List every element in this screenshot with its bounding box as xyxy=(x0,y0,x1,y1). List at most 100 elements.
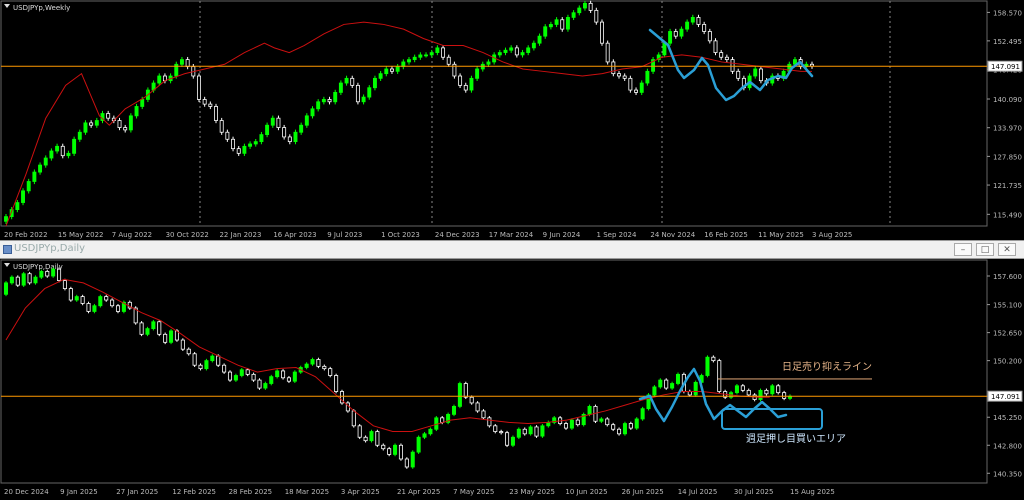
x-axis-tick-label: 22 Jan 2023 xyxy=(219,231,261,239)
candle-body xyxy=(705,356,710,376)
candle-body xyxy=(227,371,233,381)
candle-body xyxy=(628,77,633,91)
candle-body xyxy=(622,423,627,435)
candle-body xyxy=(446,56,451,65)
candle-body xyxy=(463,84,468,91)
x-axis-tick-label: 30 Jul 2025 xyxy=(734,488,774,496)
candle-body xyxy=(45,271,50,277)
candle-body xyxy=(157,75,162,84)
candle-body xyxy=(372,77,377,89)
candle-body xyxy=(668,31,673,44)
candle-body xyxy=(231,138,236,150)
candle-body xyxy=(410,451,415,468)
candle-body xyxy=(157,321,162,335)
y-axis-tick-label: 127.850 xyxy=(993,153,1022,161)
candle-body xyxy=(776,385,781,394)
candle-body xyxy=(628,423,633,429)
candle-body xyxy=(225,131,230,140)
candle-body xyxy=(32,171,37,182)
x-axis-tick-label: 10 Jun 2025 xyxy=(565,488,607,496)
daily-chart-pane[interactable]: USDJPYp,Daily 157.600 155.100 152.650 150.20… xyxy=(0,259,1024,496)
y-axis-tick-label: 150.200 xyxy=(993,358,1022,366)
minimize-button[interactable]: – xyxy=(954,243,972,256)
candle-body xyxy=(617,428,622,435)
candle-body xyxy=(670,383,675,389)
candle-body xyxy=(664,379,669,389)
candle-body xyxy=(481,410,486,419)
y-axis-tick-label: 140.350 xyxy=(993,470,1022,478)
x-axis-tick-label: 14 Jul 2025 xyxy=(678,488,718,496)
candle-body xyxy=(617,73,621,77)
candle-body xyxy=(66,152,71,157)
candle-body xyxy=(251,373,256,381)
candle-body xyxy=(242,145,247,154)
candle-body xyxy=(328,368,333,376)
candle-body xyxy=(62,280,67,289)
candle-body xyxy=(304,363,309,368)
candle-body xyxy=(540,425,545,437)
candle-body xyxy=(60,145,65,157)
candle-body xyxy=(293,131,298,143)
candle-body xyxy=(204,360,209,370)
weekly-chart-pane[interactable]: USDJPYp,Weekly158.570152.495146.420140.0… xyxy=(0,0,1024,240)
y-axis-tick-label: 140.090 xyxy=(993,96,1022,104)
candle-body xyxy=(575,419,580,426)
candle-body xyxy=(435,47,440,53)
candle-body xyxy=(208,103,213,107)
x-axis-tick-label: 24 Nov 2024 xyxy=(650,231,695,239)
candle-body xyxy=(719,52,724,58)
candle-body xyxy=(321,99,326,103)
candle-body xyxy=(68,288,73,301)
candle-body xyxy=(652,386,657,396)
candle-body xyxy=(605,42,610,63)
candle-body xyxy=(123,127,128,131)
candle-body xyxy=(395,66,400,72)
candle-body xyxy=(33,276,38,284)
candle-body xyxy=(543,26,548,37)
candle-body xyxy=(51,268,56,277)
moving-average-line xyxy=(5,21,812,227)
candle-body xyxy=(599,418,604,422)
candle-body xyxy=(770,385,775,395)
candle-body xyxy=(416,436,421,453)
price-label: 147.091 xyxy=(991,393,1020,401)
candle-body xyxy=(367,87,372,98)
candle-body xyxy=(384,68,389,75)
candle-body xyxy=(393,444,398,455)
candle-body xyxy=(286,377,291,382)
candle-body xyxy=(390,68,394,72)
candle-body xyxy=(128,115,133,131)
candle-body xyxy=(582,2,587,9)
candle-body xyxy=(287,136,292,143)
x-axis-tick-label: 12 Feb 2025 xyxy=(172,488,216,496)
candle-body xyxy=(145,328,150,335)
candle-body xyxy=(89,122,94,126)
x-axis-tick-label: 16 Feb 2025 xyxy=(704,231,748,239)
candle-body xyxy=(219,120,224,133)
candle-body xyxy=(611,424,616,430)
y-axis-tick-label: 115.490 xyxy=(993,211,1022,219)
x-axis-tick-label: 1 Sep 2024 xyxy=(597,231,637,239)
x-axis-tick-label: 9 Jan 2025 xyxy=(60,488,98,496)
maximize-button[interactable]: □ xyxy=(976,243,994,256)
candle-body xyxy=(429,52,434,56)
candle-body xyxy=(510,436,515,446)
candle-body xyxy=(548,24,553,28)
candle-body xyxy=(475,68,480,79)
x-axis-tick-label: 26 Jun 2025 xyxy=(622,488,664,496)
candle-body xyxy=(451,405,457,415)
candle-body xyxy=(110,299,115,307)
candle-body xyxy=(26,181,31,192)
candle-body xyxy=(645,70,650,84)
candle-body xyxy=(493,425,498,432)
candle-body xyxy=(115,305,121,312)
candle-body xyxy=(522,428,527,435)
candle-body xyxy=(487,417,492,427)
candle-body xyxy=(134,106,139,117)
close-button[interactable]: ✕ xyxy=(998,243,1016,256)
candle-body xyxy=(327,99,332,103)
candle-body xyxy=(361,96,366,103)
candle-body xyxy=(179,59,184,65)
candle-body xyxy=(259,134,264,143)
daily-window-titlebar[interactable]: USDJPYp,Daily – □ ✕ xyxy=(0,240,1024,259)
